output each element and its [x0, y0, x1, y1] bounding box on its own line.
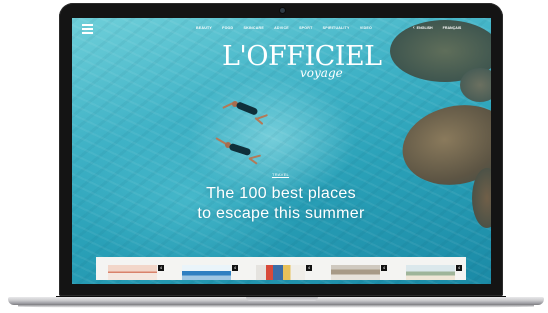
menu-button[interactable] [82, 24, 93, 34]
nav-link-sport[interactable]: SPORT [299, 26, 312, 30]
pool-thumbnail [182, 265, 231, 280]
headline-line: The 100 best places [206, 185, 356, 202]
article-card[interactable]: 4 [406, 265, 463, 280]
main-nav: BEAUTY FOOD SKINCARE ADVICE SPORT SPIRIT… [196, 26, 372, 30]
article-card[interactable]: 4 [182, 265, 239, 280]
coast-thumbnail [406, 265, 455, 280]
hamburger-icon [82, 24, 93, 26]
article-badge: 4 [158, 265, 164, 271]
laptop-notch [246, 297, 318, 301]
article-card[interactable]: 4 [256, 265, 313, 280]
nav-link-food[interactable]: FOOD [222, 26, 233, 30]
nav-link-video[interactable]: VIDEO [360, 26, 372, 30]
hero-headline[interactable]: The 100 best places to escape this summe… [168, 184, 394, 224]
language-english[interactable]: ‹ ENGLISH [413, 26, 433, 31]
article-card[interactable]: 4 [331, 265, 388, 280]
language-switcher: ‹ ENGLISH FRANÇAIS [413, 26, 461, 31]
article-card[interactable]: 4 [108, 265, 165, 280]
nav-link-skincare[interactable]: SKINCARE [244, 26, 264, 30]
article-badge: 4 [306, 265, 312, 271]
swimmer [222, 98, 282, 138]
article-badge: 4 [381, 265, 387, 271]
nav-link-advice[interactable]: ADVICE [274, 26, 289, 30]
beach-thumbnail [108, 265, 157, 280]
site-logo[interactable]: L'OFFICIEL voyage [222, 42, 382, 82]
article-badge: 4 [456, 265, 462, 271]
webcam-icon [280, 8, 285, 13]
category-link[interactable]: TRAVEL [272, 172, 289, 177]
article-strip: 4 4 4 4 4 [96, 257, 466, 280]
surfboards-thumbnail [256, 265, 305, 280]
language-francais[interactable]: FRANÇAIS [443, 26, 462, 31]
swimmer [215, 136, 275, 176]
chevron-down-icon: ‹ [413, 25, 415, 31]
article-badge: 4 [232, 265, 238, 271]
headline-line: to escape this summer [197, 205, 365, 222]
nav-link-beauty[interactable]: BEAUTY [196, 26, 212, 30]
boardwalk-thumbnail [331, 265, 380, 280]
laptop-shadow [18, 305, 534, 308]
nav-link-spirituality[interactable]: SPIRITUALITY [323, 26, 350, 30]
logo-subtitle: voyage [300, 66, 343, 80]
